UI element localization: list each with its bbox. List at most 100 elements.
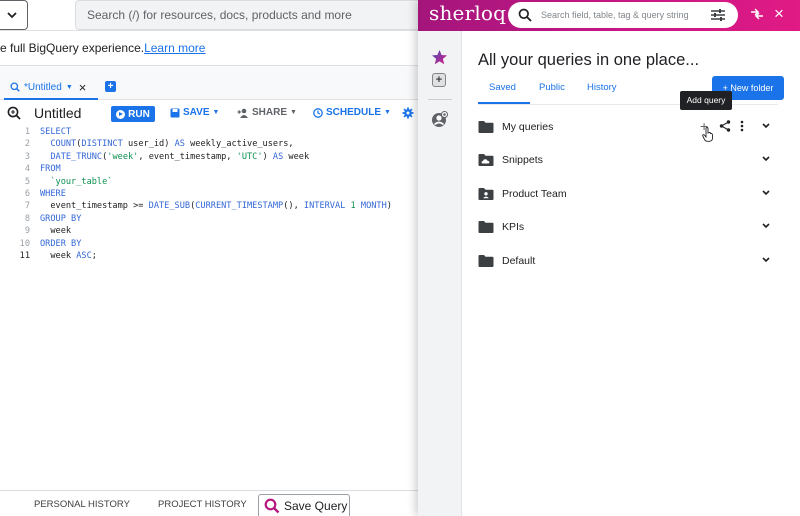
add-tab-button[interactable]: + [105, 81, 116, 92]
code-line[interactable]: 6 WHERE [0, 188, 418, 200]
code-line[interactable]: 8 GROUP BY [0, 213, 418, 225]
chevron-down-icon[interactable] [762, 156, 770, 162]
folder-name: KPIs [502, 221, 525, 233]
sherloq-rail: + [418, 31, 462, 516]
code-line[interactable]: 7 event_timestamp >= DATE_SUB(CURRENT_TI… [0, 200, 418, 212]
share-icon[interactable] [719, 120, 731, 132]
save-query-label: Save Query [284, 499, 348, 513]
close-icon[interactable]: × [774, 5, 784, 23]
code-text: WHERE [40, 189, 66, 199]
page-title: All your queries in one place... [478, 51, 700, 69]
code-line[interactable]: 9 week [0, 225, 418, 237]
tab-public[interactable]: Public [539, 82, 565, 93]
query-title[interactable]: Untitled [34, 105, 81, 121]
line-number: 8 [24, 213, 30, 224]
save-label: SAVE [183, 107, 210, 118]
search-icon [264, 498, 280, 514]
tab-history[interactable]: History [587, 82, 617, 93]
code-line[interactable]: 11 week ASC; [0, 250, 418, 262]
code-text: SELECT [40, 127, 72, 137]
share-button[interactable]: SHARE ▼ [237, 107, 297, 118]
tab-saved[interactable]: Saved [489, 82, 516, 93]
chevron-down-icon [7, 12, 17, 19]
search-placeholder: Search field, table, tag & query string [541, 10, 689, 20]
add-person-icon [237, 108, 248, 118]
code-line[interactable]: 10 ORDER BY [0, 238, 418, 250]
sql-editor[interactable]: 1 SELECT 2 COUNT(DISTINCT user_id) AS week… [0, 126, 418, 476]
tab-project-history[interactable]: PROJECT HISTORY [158, 499, 247, 510]
line-number: 4 [24, 164, 30, 175]
more-vert-icon[interactable] [740, 120, 744, 132]
caret-down-icon[interactable]: ▼ [66, 84, 73, 91]
run-button[interactable]: RUN [111, 106, 155, 122]
code-text: week ASC; [40, 251, 97, 261]
line-number: 10 [19, 238, 30, 249]
play-icon [116, 109, 126, 119]
caret-down-icon: ▼ [384, 109, 391, 116]
folder-name: My queries [502, 121, 554, 133]
folder-icon [478, 255, 494, 267]
tabs-divider [478, 104, 778, 105]
query-icon [10, 82, 20, 92]
gear-icon[interactable] [402, 107, 414, 119]
editor-toolbar: Untitled RUN SAVE ▼ SHARE ▼ SCHEDULE ▼ [0, 100, 418, 126]
code-line[interactable]: 1 SELECT [0, 126, 418, 138]
folder-name: Product Team [502, 188, 567, 200]
project-dropdown[interactable] [0, 0, 28, 30]
sherloq-main: All your queries in one place... Saved P… [462, 31, 800, 516]
folder-product-team[interactable]: Product Team [478, 182, 778, 208]
line-number: 6 [24, 189, 30, 199]
share-label: SHARE [252, 107, 288, 118]
expand-icon[interactable] [750, 8, 764, 20]
code-text: week [40, 226, 72, 237]
chevron-down-icon[interactable] [762, 223, 770, 229]
team-avatar-icon[interactable] [431, 111, 448, 128]
rail-divider [428, 99, 452, 100]
code-line[interactable]: 4 FROM [0, 163, 418, 175]
folder-snippets[interactable]: Snippets [478, 148, 778, 174]
cloud-folder-icon [478, 154, 494, 166]
run-label: RUN [128, 108, 150, 120]
caret-down-icon: ▼ [212, 109, 220, 116]
line-number: 1 [24, 127, 30, 137]
line-number: 3 [24, 151, 30, 162]
add-icon[interactable]: + [432, 73, 446, 87]
schedule-label: SCHEDULE [326, 107, 382, 118]
code-line[interactable]: 2 COUNT(DISTINCT user_id) AS weekly_acti… [0, 138, 418, 150]
save-query-button[interactable]: Save Query [258, 494, 350, 516]
save-icon [170, 108, 180, 117]
line-number: 2 [24, 139, 30, 150]
sherloq-header: sherloq Search field, table, tag & query… [418, 0, 800, 31]
schedule-button[interactable]: SCHEDULE ▼ [313, 107, 391, 118]
sherloq-logo: sherloq [429, 1, 507, 25]
code-line[interactable]: 3 DATE_TRUNC('week', event_timestamp, 'U… [0, 151, 418, 163]
add-query-tooltip: Add query [680, 91, 732, 110]
tab-untitled[interactable]: *Untitled ▼ × [4, 76, 98, 100]
folder-default[interactable]: Default [478, 249, 778, 275]
chevron-down-icon[interactable] [762, 190, 770, 196]
active-tab-indicator [478, 102, 530, 104]
line-number: 11 [19, 251, 30, 261]
save-button[interactable]: SAVE ▼ [170, 107, 219, 118]
filter-sliders-icon[interactable] [711, 9, 725, 21]
query-icon [7, 106, 21, 120]
folder-name: Snippets [502, 154, 543, 166]
close-icon[interactable]: × [79, 80, 87, 95]
star-icon[interactable] [431, 49, 448, 66]
hand-cursor-icon [702, 127, 713, 142]
code-line[interactable]: 5 `your_table` [0, 176, 418, 188]
search-input[interactable]: Search (/) for resources, docs, products… [75, 0, 418, 30]
folder-kpis[interactable]: KPIs [478, 215, 778, 241]
info-banner: e full BigQuery experience.Learn more [0, 30, 418, 66]
sherloq-search-input[interactable]: Search field, table, tag & query string [508, 2, 738, 28]
search-icon [518, 8, 532, 22]
tab-personal-history[interactable]: PERSONAL HISTORY [34, 499, 130, 510]
code-text: FROM [40, 164, 61, 175]
chevron-down-icon[interactable] [762, 257, 770, 263]
clock-icon [313, 107, 323, 118]
code-text: COUNT(DISTINCT user_id) AS weekly_active… [50, 139, 294, 150]
folder-my-queries[interactable]: My queries + [478, 115, 778, 142]
code-text: GROUP BY [40, 213, 82, 224]
chevron-down-icon[interactable] [762, 123, 770, 129]
learn-more-link[interactable]: Learn more [144, 41, 205, 55]
